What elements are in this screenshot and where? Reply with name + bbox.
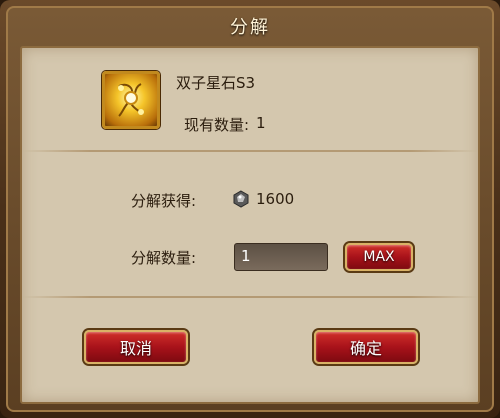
- owned-quantity-label: 现有数量:: [184, 116, 250, 134]
- title-bar: 分解: [10, 8, 490, 44]
- quantity-input[interactable]: 1: [234, 243, 328, 271]
- gain-value: 1600: [256, 190, 295, 208]
- quantity-label: 分解数量:: [131, 249, 197, 267]
- divider-top: [22, 150, 478, 152]
- owned-quantity-value: 1: [256, 114, 266, 132]
- max-button[interactable]: MAX: [345, 243, 413, 271]
- ore-icon: [233, 190, 249, 208]
- gain-label: 分解获得:: [131, 192, 197, 210]
- golden-gem-icon: [102, 71, 160, 129]
- cancel-button[interactable]: 取消: [84, 330, 188, 364]
- item-name: 双子星石S3: [176, 74, 256, 92]
- confirm-button[interactable]: 确定: [314, 330, 418, 364]
- gem-graphic: [118, 83, 144, 117]
- divider-bottom: [22, 296, 478, 298]
- dialog-title: 分解: [230, 17, 270, 38]
